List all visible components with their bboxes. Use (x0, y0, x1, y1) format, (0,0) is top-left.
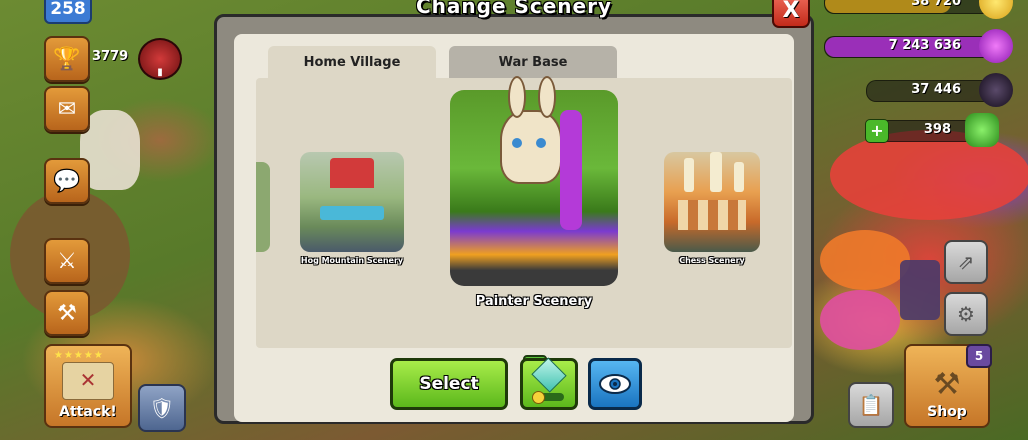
chat-icon: 💬 (53, 168, 81, 194)
league-icon: ▮ (157, 67, 163, 78)
attack-button[interactable]: ★★★★★ ✕ Attack! (44, 344, 132, 428)
orange-field (820, 230, 910, 290)
buy-with-gems-button[interactable] (520, 357, 578, 410)
gold-bar: 38 720 (824, 0, 1013, 19)
chess-board (678, 200, 746, 230)
shield-icon: 🛡 (149, 396, 175, 420)
paint-river (560, 110, 582, 230)
bunny-ear-right (538, 76, 556, 118)
scenery-card-hog-mountain[interactable]: Hog Mountain Scenery (300, 152, 404, 282)
trophy-button[interactable]: 🏆 (44, 36, 90, 82)
mail-icon: ✉ (57, 96, 77, 122)
gems-bar: + 398 (865, 113, 999, 147)
scenery-name: Chess Scenery (679, 256, 745, 265)
gem-toggle-indicator (532, 391, 564, 404)
eye-icon (599, 374, 631, 394)
shop-label: Shop (927, 404, 967, 420)
settings-button[interactable]: ⚙ (944, 292, 988, 336)
bunny-eye-left (512, 138, 522, 148)
hog-mountain-thumbnail (300, 152, 404, 252)
preview-button[interactable] (588, 358, 642, 410)
shop-button[interactable]: 5 ⚒ Shop (904, 344, 992, 428)
pink-field (820, 290, 900, 350)
tab-war-base[interactable]: War Base (449, 46, 617, 78)
close-button[interactable]: X (772, 0, 810, 28)
chat-button[interactable]: 💬 (44, 158, 90, 204)
elixir-value: 7 243 636 (888, 38, 961, 53)
experience-level-value: 258 (50, 0, 86, 19)
bunny-eye-right (536, 138, 546, 148)
swords-icon: ⚔ (57, 248, 77, 274)
candle-right (734, 162, 744, 192)
scenery-name: Hog Mountain Scenery (300, 256, 404, 265)
dialog-title: Change Scenery (415, 0, 613, 18)
painter-thumbnail (450, 76, 618, 286)
dark-elixir-value: 37 446 (911, 82, 961, 97)
builder-icon: ⚒ (57, 300, 77, 326)
experience-level-badge[interactable]: 258 (44, 0, 92, 24)
close-icon: X (782, 0, 800, 23)
select-button[interactable]: Select (390, 358, 508, 410)
layout-edit-icon: ⇗ (957, 250, 975, 274)
dark-elixir-bar: 37 446 (866, 73, 1013, 107)
scenery-card-painter[interactable]: Painter Scenery (450, 76, 618, 322)
army-button[interactable]: ⚔ (44, 238, 90, 284)
layout-edit-button[interactable]: ⇗ (944, 240, 988, 284)
gold-value: 38 720 (911, 0, 961, 9)
map-icon: ✕ (62, 362, 114, 400)
scenery-carousel[interactable]: Hog Mountain Scenery Painter Scenery Che… (256, 76, 792, 348)
shop-badge: 5 (966, 344, 992, 368)
change-scenery-dialog: Change Scenery X Home Village War Base H… (214, 0, 814, 424)
mail-button[interactable]: ✉ (44, 86, 90, 132)
attack-label: Attack! (59, 404, 117, 420)
gem-icon (965, 113, 999, 147)
league-badge[interactable]: ▮ (138, 38, 182, 80)
settings-gear-icon: ⚙ (957, 302, 975, 326)
gems-value: 398 (923, 122, 951, 137)
dark-elixir-icon (979, 73, 1013, 107)
elixir-icon (979, 29, 1013, 63)
clipboard-button[interactable]: 📋 (848, 382, 894, 428)
dialog-panel: Home Village War Base Hog Mountain Scene… (234, 34, 794, 422)
clipboard-icon: 📋 (858, 393, 884, 417)
pagoda-building (330, 158, 374, 188)
elixir-bar: 7 243 636 (824, 29, 1013, 63)
builder-button[interactable]: ⚒ (44, 290, 90, 336)
scenery-name: Painter Scenery (475, 294, 593, 309)
building (900, 260, 940, 320)
chess-thumbnail (664, 152, 760, 252)
hammer-icon: ⚒ (933, 367, 961, 402)
scenery-card-chess[interactable]: Chess Scenery (664, 152, 760, 282)
bunny-ear-left (508, 76, 526, 118)
trophy-count: 3779 (92, 49, 129, 64)
star-rating: ★★★★★ (54, 350, 104, 361)
shield-button[interactable]: 🛡 (138, 384, 186, 432)
candle-center (710, 152, 722, 192)
plus-icon[interactable]: + (865, 119, 889, 143)
pond (320, 206, 384, 220)
candle-left (684, 158, 694, 192)
gem-cube-icon (531, 357, 567, 393)
tab-home-village[interactable]: Home Village (268, 46, 436, 80)
bunny-head (500, 110, 562, 184)
rainbow-terrain (830, 130, 1028, 220)
scenery-card-partial[interactable] (256, 162, 270, 252)
trophy-icon: 🏆 (53, 46, 81, 72)
